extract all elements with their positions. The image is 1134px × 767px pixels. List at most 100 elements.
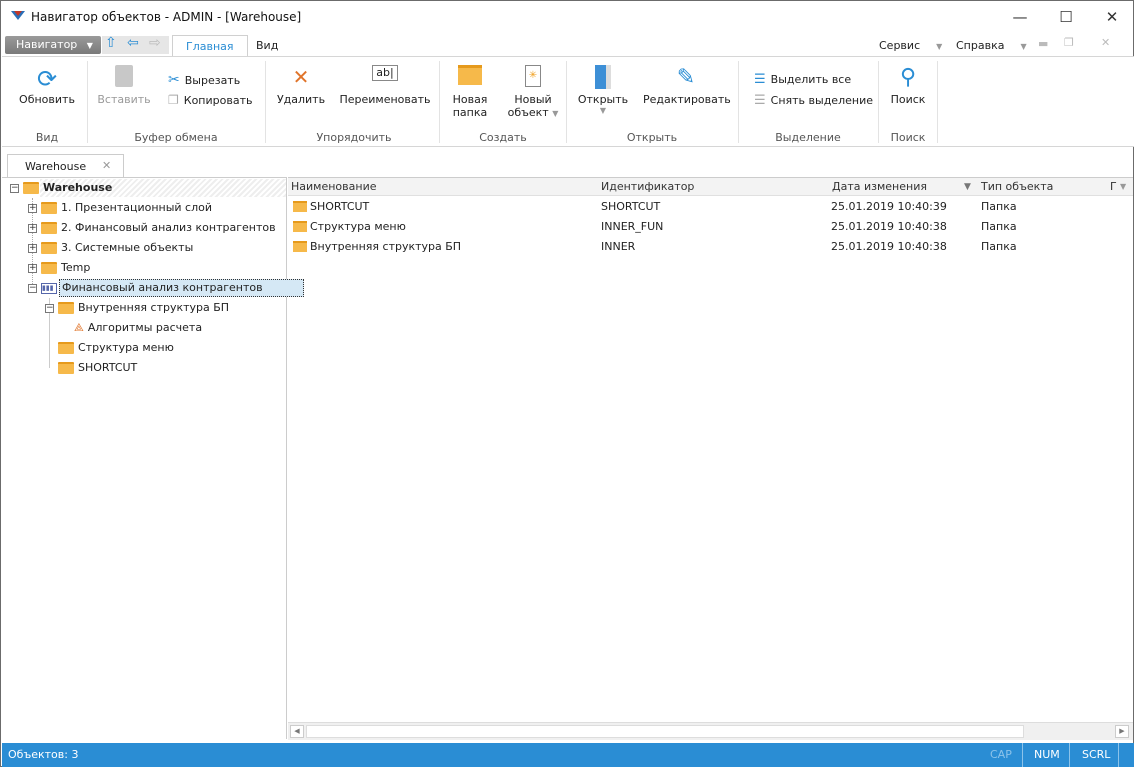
collapse-icon[interactable]: − <box>28 283 37 293</box>
rename-button[interactable]: ab| Переименовать <box>339 65 431 106</box>
back-arrow-icon[interactable]: ⇦ <box>127 35 139 51</box>
tree-node-selected[interactable]: − ▮▮▮ Финансовый анализ контрагентов <box>28 278 304 298</box>
mdi-close-icon[interactable]: ✕ <box>1101 36 1110 49</box>
help-label: Справка <box>956 39 1005 52</box>
tree-node[interactable]: +3. Системные объекты <box>28 238 193 258</box>
delete-button[interactable]: ✕ Удалить <box>273 65 329 106</box>
column-header-date[interactable]: Дата изменения <box>832 178 927 196</box>
forward-arrow-icon[interactable]: ⇨ <box>149 35 161 51</box>
filter-icon[interactable]: ▼ <box>964 178 971 196</box>
chevron-down-icon: ▼ <box>86 41 93 50</box>
tree-node-label: 2. Финансовый анализ контрагентов <box>61 221 276 234</box>
paste-button[interactable]: Вставить <box>95 65 153 106</box>
tree-node[interactable]: + Temp <box>28 258 90 278</box>
cut-label: Вырезать <box>184 73 241 87</box>
select-all-button[interactable]: ☰ Выделить все <box>754 72 851 87</box>
table-row[interactable]: Структура меню INNER_FUN 25.01.2019 10:4… <box>288 217 1133 237</box>
scrollbar-thumb[interactable] <box>306 725 1024 738</box>
deselect-label: Снять выделение <box>770 94 873 107</box>
new-object-button[interactable]: ✳ Новый объект ▼ <box>503 65 563 119</box>
edit-button[interactable]: ✎ Редактировать <box>643 65 731 106</box>
new-object-label-2: объект <box>507 106 549 119</box>
deselect-button[interactable]: ☰ Снять выделение <box>754 93 873 108</box>
close-tab-icon[interactable]: ✕ <box>102 159 111 172</box>
tree-node[interactable]: Структура меню <box>58 338 174 358</box>
help-menu[interactable]: Справка ▼ <box>956 39 1027 52</box>
close-button[interactable]: ✕ <box>1089 1 1134 33</box>
scroll-left-icon[interactable]: ◀ <box>290 725 304 738</box>
table-row[interactable]: Внутренняя структура БП INNER 25.01.2019… <box>288 237 1133 257</box>
column-header-id[interactable]: Идентификатор <box>601 178 694 196</box>
open-button[interactable]: Открыть ▼ <box>575 65 631 115</box>
chevron-down-icon: ▼ <box>936 42 943 51</box>
horizontal-scrollbar[interactable]: ◀ ▶ <box>288 722 1133 740</box>
expand-icon[interactable]: + <box>28 223 37 233</box>
tree-node[interactable]: +1. Презентационный слой <box>28 198 212 218</box>
group-label-create: Создать <box>479 131 527 144</box>
column-header-type[interactable]: Тип объекта <box>981 178 1053 196</box>
tab-home[interactable]: Главная <box>172 35 248 57</box>
scissors-icon: ✂ <box>168 72 180 88</box>
scroll-right-icon[interactable]: ▶ <box>1115 725 1129 738</box>
pencil-icon: ✎ <box>676 65 696 90</box>
new-folder-label-1: Новая <box>452 93 488 106</box>
tree-node[interactable]: +2. Финансовый анализ контрагентов <box>28 218 276 238</box>
rename-label: Переименовать <box>339 93 431 106</box>
new-folder-button[interactable]: Новая папка <box>447 65 493 119</box>
cell-type: Папка <box>981 200 1017 213</box>
tree-node[interactable]: ⟁ Алгоритмы расчета <box>74 318 202 338</box>
application-window: Навигатор объектов - ADMIN - [Warehouse]… <box>0 0 1134 767</box>
maximize-button[interactable]: ☐ <box>1043 1 1089 33</box>
tree-node-label: 1. Презентационный слой <box>61 201 213 214</box>
group-label-open: Открыть <box>626 131 678 144</box>
new-object-icon: ✳ <box>503 65 563 93</box>
object-count: Объектов: 3 <box>8 748 79 761</box>
mdi-minimize-icon[interactable]: ▬ <box>1038 37 1048 50</box>
deselect-icon: ☰ <box>754 93 766 108</box>
status-bar: Объектов: 3 CAP NUM SCRL <box>2 743 1134 767</box>
chevron-down-icon: ▼ <box>552 109 559 118</box>
column-header-name[interactable]: Наименование <box>291 178 376 196</box>
rename-icon: ab| <box>372 65 398 81</box>
report-icon: ▮▮▮ <box>41 282 57 294</box>
tree-node[interactable]: − Внутренняя структура БП <box>45 298 229 318</box>
paste-icon <box>95 65 153 93</box>
tree-node[interactable]: SHORTCUT <box>58 358 137 378</box>
navigator-menu-button[interactable]: Навигатор ▼ <box>5 36 101 54</box>
tree-node-label: Temp <box>61 261 91 274</box>
refresh-button[interactable]: ⟳ Обновить <box>15 65 79 106</box>
copy-button[interactable]: ❐ Копировать <box>168 93 252 107</box>
chevron-down-icon[interactable]: ▼ <box>1120 178 1126 196</box>
chevron-down-icon: ▼ <box>1020 42 1027 51</box>
refresh-label: Обновить <box>19 93 75 106</box>
group-label-selection: Выделение <box>775 131 841 144</box>
folder-icon <box>293 221 307 232</box>
new-object-label-1: Новый <box>514 93 552 106</box>
column-header-more[interactable]: Г <box>1110 178 1117 196</box>
collapse-icon[interactable]: − <box>45 303 54 313</box>
cell-name: SHORTCUT <box>310 200 370 213</box>
new-folder-label-2: папка <box>452 106 488 119</box>
folder-icon <box>293 201 307 212</box>
minimize-button[interactable]: — <box>997 1 1043 33</box>
expand-icon[interactable]: + <box>28 243 37 253</box>
table-row[interactable]: SHORTCUT SHORTCUT 25.01.2019 10:40:39 Па… <box>288 197 1133 217</box>
expand-icon[interactable]: + <box>28 263 37 273</box>
expand-icon[interactable]: + <box>28 203 37 213</box>
search-button[interactable]: ⚲ Поиск <box>883 65 933 106</box>
mdi-restore-icon[interactable]: ❐ <box>1064 36 1074 49</box>
search-icon: ⚲ <box>899 65 917 90</box>
collapse-icon[interactable]: − <box>10 183 19 193</box>
service-menu[interactable]: Сервис ▼ <box>879 39 942 52</box>
cell-id: INNER <box>601 240 636 253</box>
cut-button[interactable]: ✂ Вырезать <box>168 72 240 88</box>
up-arrow-icon[interactable]: ⇧ <box>105 35 117 51</box>
document-tab-warehouse[interactable]: Warehouse ✕ <box>7 154 124 178</box>
tab-view[interactable]: Вид <box>243 35 291 57</box>
tree-node-root[interactable]: − Warehouse <box>10 178 112 198</box>
algorithm-icon: ⟁ <box>74 321 84 334</box>
group-label-view: Вид <box>35 131 59 144</box>
navigator-label: Навигатор <box>16 38 78 51</box>
select-all-label: Выделить все <box>770 73 852 86</box>
cell-date: 25.01.2019 10:40:39 <box>831 200 947 213</box>
